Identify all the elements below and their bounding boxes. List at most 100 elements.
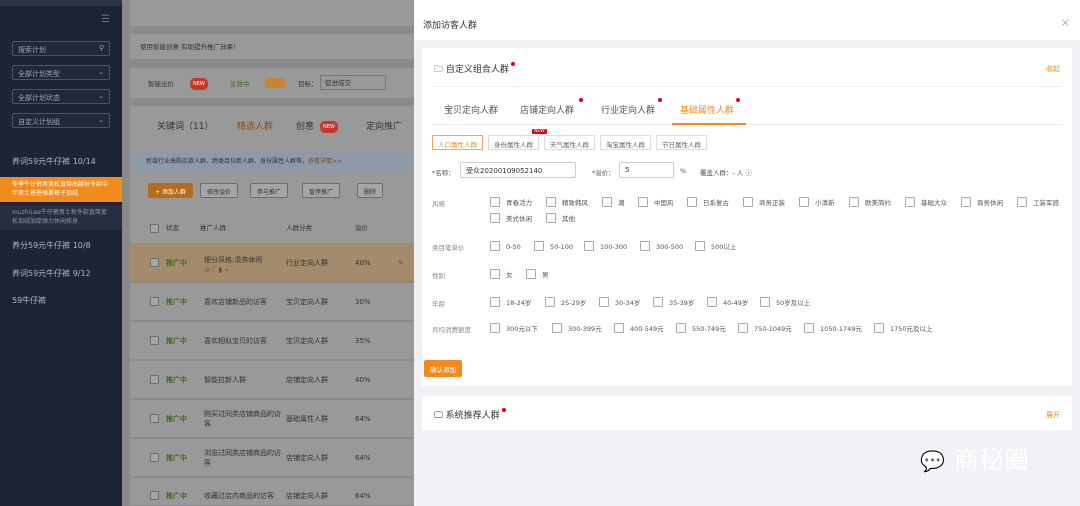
add-audience-button[interactable]: + 添加人群 (148, 183, 193, 198)
price-option[interactable]: 300-500 (640, 241, 683, 251)
age-option[interactable]: 50岁及以上 (760, 297, 810, 307)
row-checkbox[interactable] (150, 258, 159, 267)
target-select[interactable]: 促进成交 (320, 75, 386, 90)
spend-option[interactable]: 1750元及以上 (874, 323, 933, 333)
select-all-checkbox[interactable] (150, 224, 159, 233)
style-option[interactable]: 基础大众 (905, 197, 947, 207)
tab-shop-audience[interactable]: 店铺定向人群 (520, 103, 574, 116)
table-row[interactable]: 推广中 浏览过同类店铺商品的访客 店铺定向人群 64% (130, 439, 414, 477)
age-option[interactable]: 30-34岁 (599, 297, 640, 307)
age-option[interactable]: 25-29岁 (545, 297, 586, 307)
gender-option[interactable]: 女 (490, 269, 513, 279)
notice-link[interactable]: 查看详情>> (308, 158, 342, 165)
tab-keywords[interactable]: 关键词（11） (157, 122, 213, 132)
tab-divider (432, 124, 1062, 125)
table-row[interactable]: 推广中 细分风格:清务休闲 ⊘♡ ▮ ⌁ 行业定向人群 40% ✎ (130, 244, 414, 282)
style-option[interactable]: 潮 (602, 197, 625, 207)
row-checkbox[interactable] (150, 297, 159, 306)
system-recommend-card: 🖵 系统推荐人群 展开 (422, 396, 1072, 430)
spend-option[interactable]: 300-399元 (552, 323, 602, 333)
row-checkbox[interactable] (150, 453, 159, 462)
style-option[interactable]: 其他 (546, 213, 575, 223)
price-option[interactable]: 0-50 (490, 241, 521, 251)
audience-name-input[interactable]: 受众20200109052140 (460, 162, 576, 178)
style-option[interactable]: 中国风 (638, 197, 674, 207)
search-icon: ⚲ (98, 44, 104, 52)
age-option[interactable]: 40-49岁 (707, 297, 748, 307)
drawer-header: 添加访客人群 × (414, 0, 1080, 40)
row-action-icons[interactable]: ⊘♡ ▮ ⌁ (204, 265, 229, 275)
chevron-down-icon: ⌄ (98, 92, 104, 100)
style-option[interactable]: 精致韩风 (546, 197, 588, 207)
style-option[interactable]: 青春活力 (490, 197, 532, 207)
tab-targeting[interactable]: 定向推广 (366, 122, 402, 132)
toggle-switch[interactable] (264, 78, 286, 88)
sidebar-plan-item[interactable]: muzhiLee牛仔裤男士秋冬款直筒宽松加绒加厚弹力休闲修身 (0, 205, 122, 230)
style-option[interactable]: 日系复古 (687, 197, 729, 207)
sidebar-plan-item-active[interactable]: 冬季牛仔裤男宽松直筒高腰秋冬款中年男士爸爸弹裹裤子加绒 (0, 177, 122, 202)
price-option[interactable]: 50-100 (534, 241, 573, 251)
subtab-identity[interactable]: 身份属性人群 (488, 135, 539, 150)
sidebar: ☰ 搜索计划 ⚲ 全部计划类型 ⌄ 全部计划状态 ⌄ 自定义计划组 ⌄ 养词59元牛仔裤… (0, 0, 122, 506)
style-option[interactable]: 商务休闲 (961, 197, 1003, 207)
top-block (130, 0, 414, 26)
edit-premium-button[interactable]: 修改溢价 (200, 183, 239, 198)
style-option[interactable]: 美式休闲 (490, 213, 532, 223)
age-option[interactable]: 18-24岁 (490, 297, 531, 307)
menu-icon[interactable]: ☰ (101, 14, 110, 25)
sidebar-plan-item[interactable]: 养分59元牛仔裤 10/8 (0, 240, 122, 251)
start-promo-button[interactable]: 参与推广 (250, 183, 289, 198)
plan-status-select[interactable]: 全部计划状态 ⌄ (12, 89, 110, 104)
plan-search-input[interactable]: 搜索计划 ⚲ (12, 41, 110, 56)
price-option[interactable]: 100-300 (584, 241, 627, 251)
row-checkbox[interactable] (150, 375, 159, 384)
sidebar-plan-item[interactable]: 养词59元牛仔裤 9/12 (0, 268, 122, 279)
tab-bar: 关键词（11） 精选人群 创意 NEW 定向推广 (130, 106, 414, 148)
tab-item-audience[interactable]: 宝贝定向人群 (444, 103, 498, 116)
spend-option[interactable]: 750-1049元 (738, 323, 792, 333)
spend-option[interactable]: 300元以下 (490, 323, 538, 333)
table-row[interactable]: 推广中 喜欢店铺新品的访客 宝贝定向人群 30% (130, 283, 414, 321)
tab-industry-audience[interactable]: 行业定向人群 (601, 103, 655, 116)
table-row[interactable]: 推广中 收藏过店内商品的访客 店铺定向人群 64% (130, 478, 414, 506)
style-option[interactable]: 工装军旅 (1017, 197, 1059, 207)
style-option[interactable]: 欧美简约 (849, 197, 891, 207)
plan-group-select[interactable]: 自定义计划组 ⌄ (12, 113, 110, 128)
tab-creative[interactable]: 创意 (296, 122, 314, 132)
table-row[interactable]: 推广中 智能拉新人群 店铺定向人群 40% (130, 361, 414, 399)
confirm-add-button[interactable]: 确认添加 (424, 360, 462, 377)
style-option[interactable]: 小清新 (799, 197, 835, 207)
spend-option[interactable]: 400-549元 (614, 323, 664, 333)
table-row[interactable]: 推广中 购买过同类店铺商品的访客 基础属性人群 64% (130, 400, 414, 438)
close-icon[interactable]: × (1061, 16, 1070, 29)
row-checkbox[interactable] (150, 491, 159, 500)
tab-basic-audience[interactable]: 基础属性人群 (680, 103, 734, 116)
folder-icon: 🗀 (434, 65, 444, 75)
row-checkbox[interactable] (150, 336, 159, 345)
price-option[interactable]: 500以上 (695, 241, 736, 251)
red-dot (579, 98, 583, 102)
required-dot (501, 408, 506, 412)
sidebar-plan-item[interactable]: 59牛仔裤 (0, 295, 122, 306)
red-dot (736, 98, 740, 102)
subtab-weather[interactable]: 天气属性人群 (544, 135, 595, 150)
table-row[interactable]: 推广中 喜欢相似宝贝的访客 宝贝定向人群 35% (130, 322, 414, 360)
spend-option[interactable]: 1050-1749元 (804, 323, 862, 333)
premium-input[interactable]: 5 (619, 162, 674, 178)
delete-button[interactable]: 删除 (357, 183, 384, 198)
expand-link[interactable]: 展开 (1046, 410, 1060, 420)
gender-option[interactable]: 男 (526, 269, 549, 279)
subtab-holiday[interactable]: 节日属性人群 (656, 135, 707, 150)
edit-icon[interactable]: ✎ (398, 258, 404, 268)
spend-option[interactable]: 550-749元 (676, 323, 726, 333)
pause-promo-button[interactable]: 暂停推广 (302, 183, 341, 198)
sidebar-plan-item[interactable]: 养词59元牛仔裤 10/14 (0, 156, 122, 167)
subtab-population[interactable]: 人口属性人群 (432, 135, 483, 150)
collapse-link[interactable]: 收起 (1046, 64, 1060, 74)
age-option[interactable]: 35-39岁 (653, 297, 694, 307)
tab-selected-audience[interactable]: 精选人群 (237, 122, 273, 132)
plan-type-select[interactable]: 全部计划类型 ⌄ (12, 65, 110, 80)
subtab-taobao[interactable]: 淘宝属性人群 (600, 135, 651, 150)
style-option[interactable]: 商务正装 (743, 197, 785, 207)
row-checkbox[interactable] (150, 414, 159, 423)
